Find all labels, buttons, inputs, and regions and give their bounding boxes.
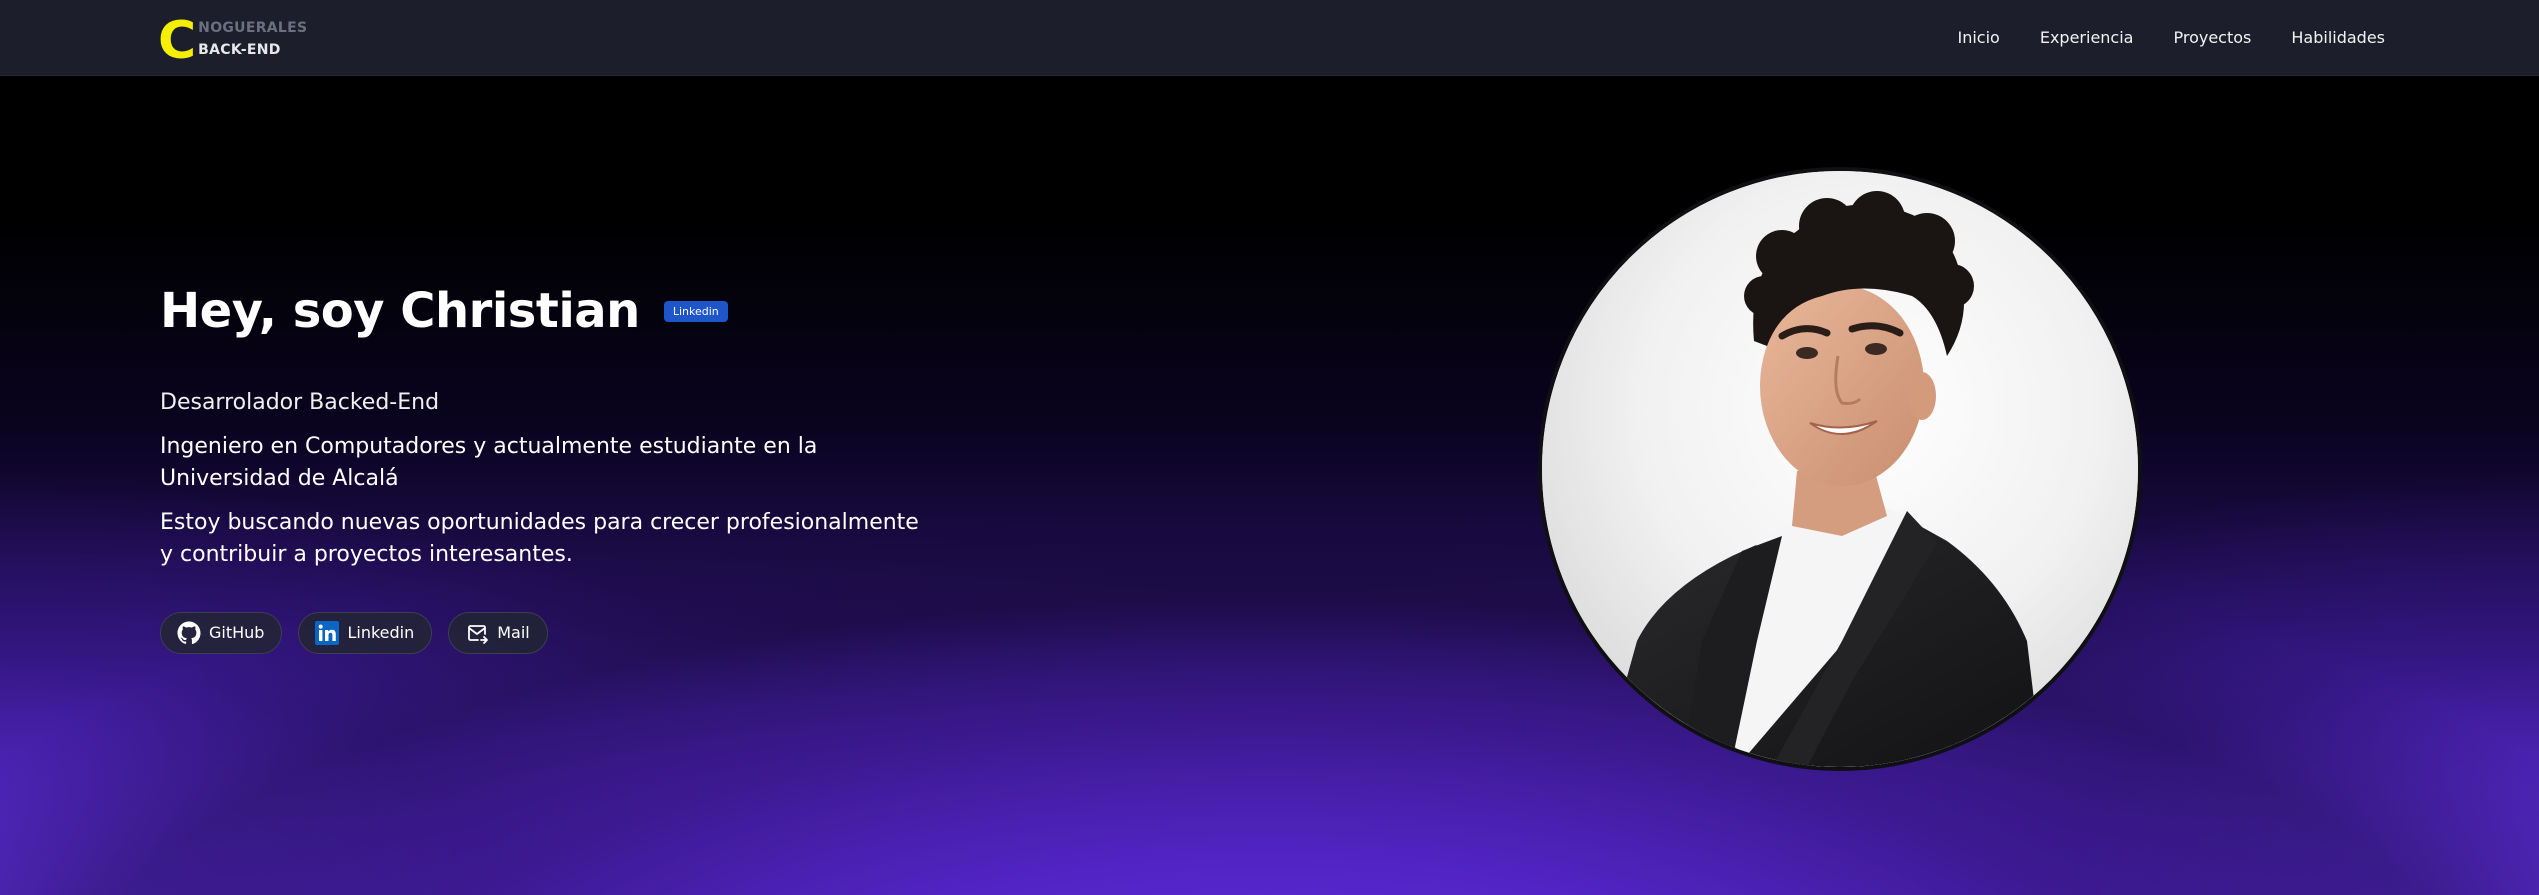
mail-icon — [465, 621, 489, 645]
linkedin-label: Linkedin — [347, 623, 415, 642]
hero-intro: Hey, soy Christian Linkedin Desarrolador… — [160, 275, 980, 571]
linkedin-button[interactable]: Linkedin — [298, 612, 433, 654]
profile-photo — [1538, 167, 2142, 771]
linkedin-icon — [315, 621, 340, 645]
navbar: C NOGUERALES BACK-END Inicio Experiencia… — [0, 0, 2539, 76]
hero-title: Hey, soy Christian — [160, 283, 640, 339]
brand-role: BACK-END — [198, 42, 281, 58]
mail-button[interactable]: Mail — [448, 612, 548, 654]
github-button[interactable]: GitHub — [160, 612, 283, 654]
brand-logo[interactable]: C NOGUERALES BACK-END — [158, 11, 307, 71]
linkedin-badge[interactable]: Linkedin — [663, 300, 728, 322]
hero-role: Desarrolador Backed-End — [160, 390, 440, 415]
mail-label: Mail — [497, 623, 530, 642]
github-label: GitHub — [209, 623, 265, 642]
social-links: GitHub Linkedin Mail — [160, 612, 548, 654]
hero-title-row: Hey, soy Christian Linkedin — [160, 275, 980, 347]
brand-text: NOGUERALES BACK-END — [198, 18, 307, 59]
brand-surname: NOGUERALES — [198, 20, 308, 36]
nav-link-habilidades[interactable]: Habilidades — [2291, 26, 2385, 50]
github-icon — [177, 621, 201, 645]
nav-menu: Inicio Experiencia Proyectos Habilidades — [1958, 26, 2386, 50]
brand-letter: C — [158, 11, 196, 71]
nav-link-experiencia[interactable]: Experiencia — [2040, 26, 2134, 50]
nav-link-proyectos[interactable]: Proyectos — [2173, 26, 2251, 50]
page: C NOGUERALES BACK-END Inicio Experiencia… — [0, 0, 2539, 895]
hero-education: Ingeniero en Computadores y actualmente … — [160, 434, 818, 491]
nav-link-inicio[interactable]: Inicio — [1958, 26, 2000, 50]
hero-goal: Estoy buscando nuevas oportunidades para… — [160, 510, 919, 567]
